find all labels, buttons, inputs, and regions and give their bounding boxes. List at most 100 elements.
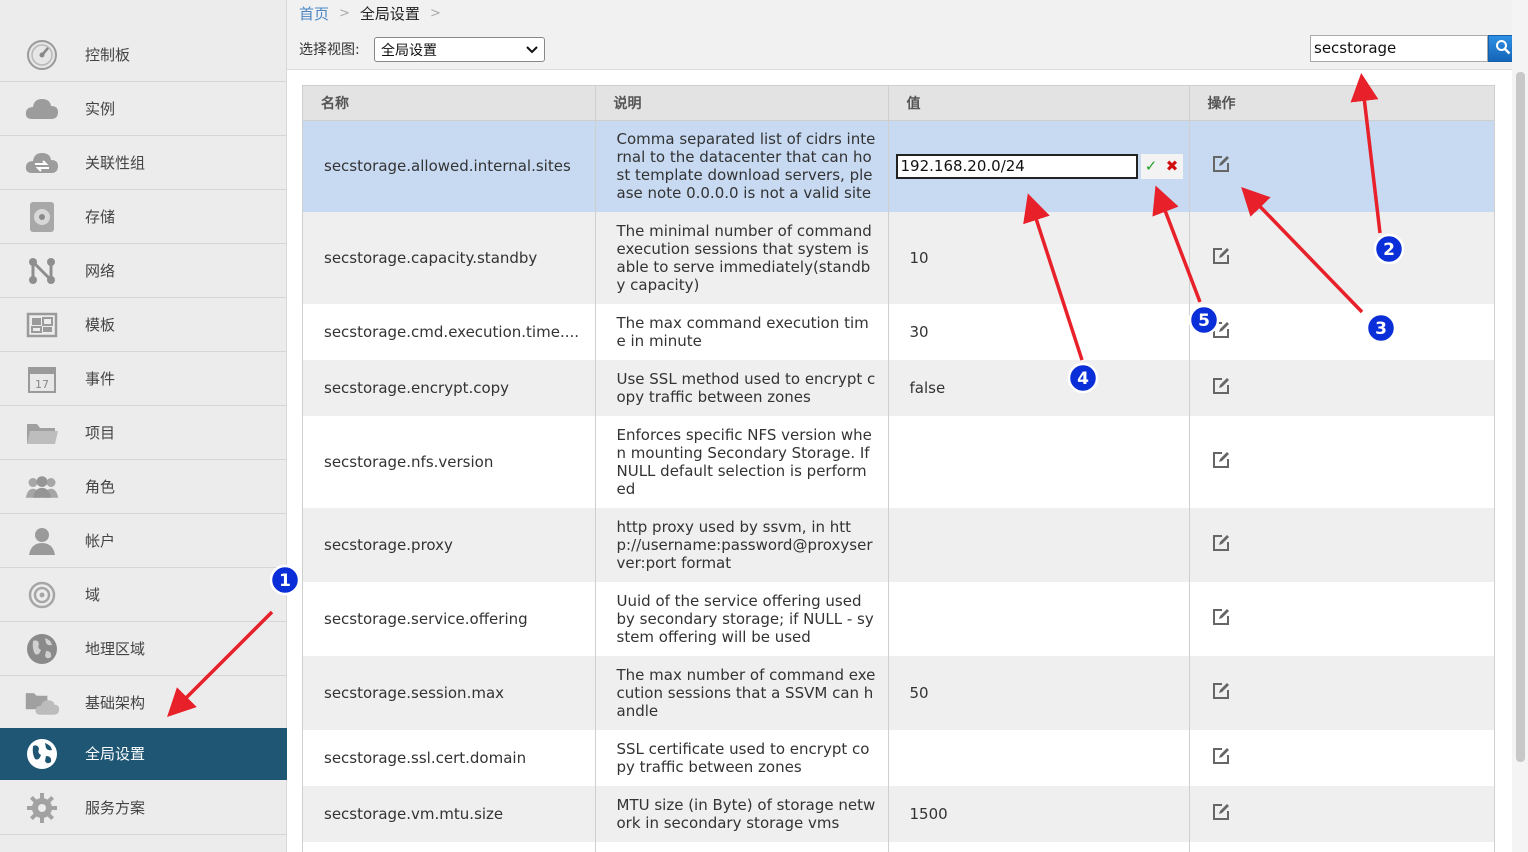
table-row[interactable]: secstorage.ssl.cert.domain SSL certifica… [303, 730, 1494, 786]
column-header-name[interactable]: 名称 [303, 86, 596, 121]
value-edit-input[interactable]: 192.168.20.0/24 [895, 153, 1138, 179]
setting-value [888, 582, 1190, 656]
toolbar: 首页 > 全局设置 > 选择视图: 全局设置 secstorage [287, 0, 1528, 70]
dashboard-icon [24, 37, 60, 73]
sidebar-item-instances[interactable]: 实例 [0, 82, 287, 136]
sidebar-item-accounts[interactable]: 帐户 [0, 514, 287, 568]
table-row[interactable]: secstorage.cmd.execution.time.... The ma… [303, 304, 1494, 360]
sidebar-item-infrastructure[interactable]: 基础架构 [0, 676, 287, 730]
edit-icon[interactable] [1211, 802, 1231, 822]
sidebar-item-label: 地理区域 [85, 640, 146, 658]
sidebar-item-label: 全局设置 [85, 745, 146, 763]
setting-name: secstorage.service.offering [303, 582, 596, 656]
actions-cell [1189, 416, 1494, 508]
table-row[interactable]: secstorage.proxy http proxy used by ssvm… [303, 508, 1494, 582]
domain-icon [24, 577, 60, 613]
actions-cell [1189, 360, 1494, 416]
setting-description: Use SSL method used to encrypt copy traf… [595, 360, 889, 416]
infrastructure-icon [24, 685, 60, 721]
setting-description: Enforces specific NFS version when mount… [595, 416, 889, 508]
setting-value: 50 [888, 656, 1190, 730]
sidebar-item-domains[interactable]: 域 [0, 568, 287, 622]
view-select-label: 选择视图: [299, 42, 360, 58]
actions-cell [1189, 120, 1494, 212]
sidebar-item-label: 服务方案 [85, 799, 146, 817]
actions-cell [1189, 582, 1494, 656]
view-select-value: 全局设置 [381, 42, 437, 59]
actions-cell [1189, 656, 1494, 730]
setting-value: false [888, 360, 1190, 416]
sidebar-item-regions[interactable]: 地理区域 [0, 622, 287, 676]
view-select[interactable]: 全局设置 [374, 37, 545, 62]
table-row[interactable]: secstorage.service.offering Uuid of the … [303, 582, 1494, 656]
sidebar-item-label: 角色 [85, 478, 116, 496]
table-row[interactable]: secstorage.nfs.version Enforces specific… [303, 416, 1494, 508]
search-input[interactable]: secstorage [1310, 35, 1488, 62]
sidebar-item-label: 关联性组 [85, 154, 146, 172]
sidebar-item-network[interactable]: 网络 [0, 244, 287, 298]
sidebar-item-templates[interactable]: 模板 [0, 298, 287, 352]
breadcrumb: 首页 > 全局设置 > [299, 2, 451, 24]
setting-description: http proxy used by ssvm, in http://usern… [595, 508, 889, 582]
sidebar-item-label: 事件 [85, 370, 116, 388]
sidebar-item-events[interactable]: 17 事件 [0, 352, 287, 406]
column-header-description[interactable]: 说明 [595, 86, 889, 121]
sidebar-item-storage[interactable]: 存储 [0, 190, 287, 244]
settings-table: 名称 说明 值 操作 secstorage.allowed.internal.s… [302, 85, 1495, 852]
breadcrumb-separator: > [429, 5, 441, 21]
sidebar-item-label: 控制板 [85, 46, 131, 64]
edit-icon[interactable] [1211, 533, 1231, 553]
edit-icon[interactable] [1211, 681, 1231, 701]
edit-icon[interactable] [1211, 376, 1231, 396]
edit-icon[interactable] [1211, 607, 1231, 627]
edit-icon[interactable] [1211, 746, 1231, 766]
edit-actions: ✓ ✖ [1140, 153, 1183, 179]
setting-name: secstorage.encrypt.copy [303, 360, 596, 416]
setting-value [888, 416, 1190, 508]
setting-value: 30 [888, 304, 1190, 360]
table-row[interactable]: secstorage.encrypt.copy Use SSL method u… [303, 360, 1494, 416]
column-header-value[interactable]: 值 [888, 86, 1190, 121]
actions-cell [1189, 304, 1494, 360]
folder-icon [24, 415, 60, 451]
cancel-x-icon[interactable]: ✖ [1166, 157, 1179, 175]
sidebar-item-label: 基础架构 [85, 694, 146, 712]
sidebar-item-roles[interactable]: 角色 [0, 460, 287, 514]
sidebar-item-label: 存储 [85, 208, 116, 226]
actions-cell [1189, 786, 1494, 842]
setting-description: MTU size (in Byte) of storage network in… [595, 786, 889, 842]
sidebar-item-projects[interactable]: 项目 [0, 406, 287, 460]
edit-icon[interactable] [1211, 246, 1231, 266]
sidebar-item-global-settings[interactable]: 全局设置 [0, 728, 287, 780]
sidebar-item-label: 实例 [85, 100, 116, 118]
actions-cell [1189, 508, 1494, 582]
sidebar-item-label: 域 [85, 586, 101, 604]
sidebar-item-service-offerings[interactable]: 服务方案 [0, 781, 287, 835]
column-header-actions: 操作 [1189, 86, 1494, 121]
roles-icon [24, 469, 60, 505]
table-row[interactable]: secstorage.capacity.standby The minimal … [303, 212, 1494, 304]
chevron-down-icon [526, 42, 538, 58]
sidebar-item-label: 模板 [85, 316, 116, 334]
breadcrumb-current: 全局设置 [359, 4, 420, 23]
setting-name: secstorage.capacity.standby [303, 212, 596, 304]
table-row[interactable]: secstorage.session.max The max number of… [303, 656, 1494, 730]
breadcrumb-home-link[interactable]: 首页 [299, 3, 329, 24]
setting-description: Comma separated list of cidrs internal t… [595, 120, 889, 212]
calendar-icon: 17 [24, 361, 60, 397]
scrollbar-thumb[interactable] [1516, 72, 1525, 762]
edit-icon[interactable] [1211, 154, 1231, 174]
globe-icon [24, 631, 60, 667]
setting-description: The max command execution time in minute [595, 304, 889, 360]
confirm-check-icon[interactable]: ✓ [1145, 157, 1158, 175]
setting-value: 1500 [888, 786, 1190, 842]
edit-icon[interactable] [1211, 450, 1231, 470]
table-row[interactable] [303, 842, 1494, 852]
sidebar-item-affinity-groups[interactable]: 关联性组 [0, 136, 287, 190]
cloud-icon [24, 91, 60, 127]
setting-name: secstorage.nfs.version [303, 416, 596, 508]
sidebar-item-dashboard[interactable]: 控制板 [0, 28, 287, 82]
edit-icon[interactable] [1211, 320, 1231, 340]
table-row[interactable]: secstorage.vm.mtu.size MTU size (in Byte… [303, 786, 1494, 842]
table-row[interactable]: secstorage.allowed.internal.sites Comma … [303, 120, 1494, 212]
